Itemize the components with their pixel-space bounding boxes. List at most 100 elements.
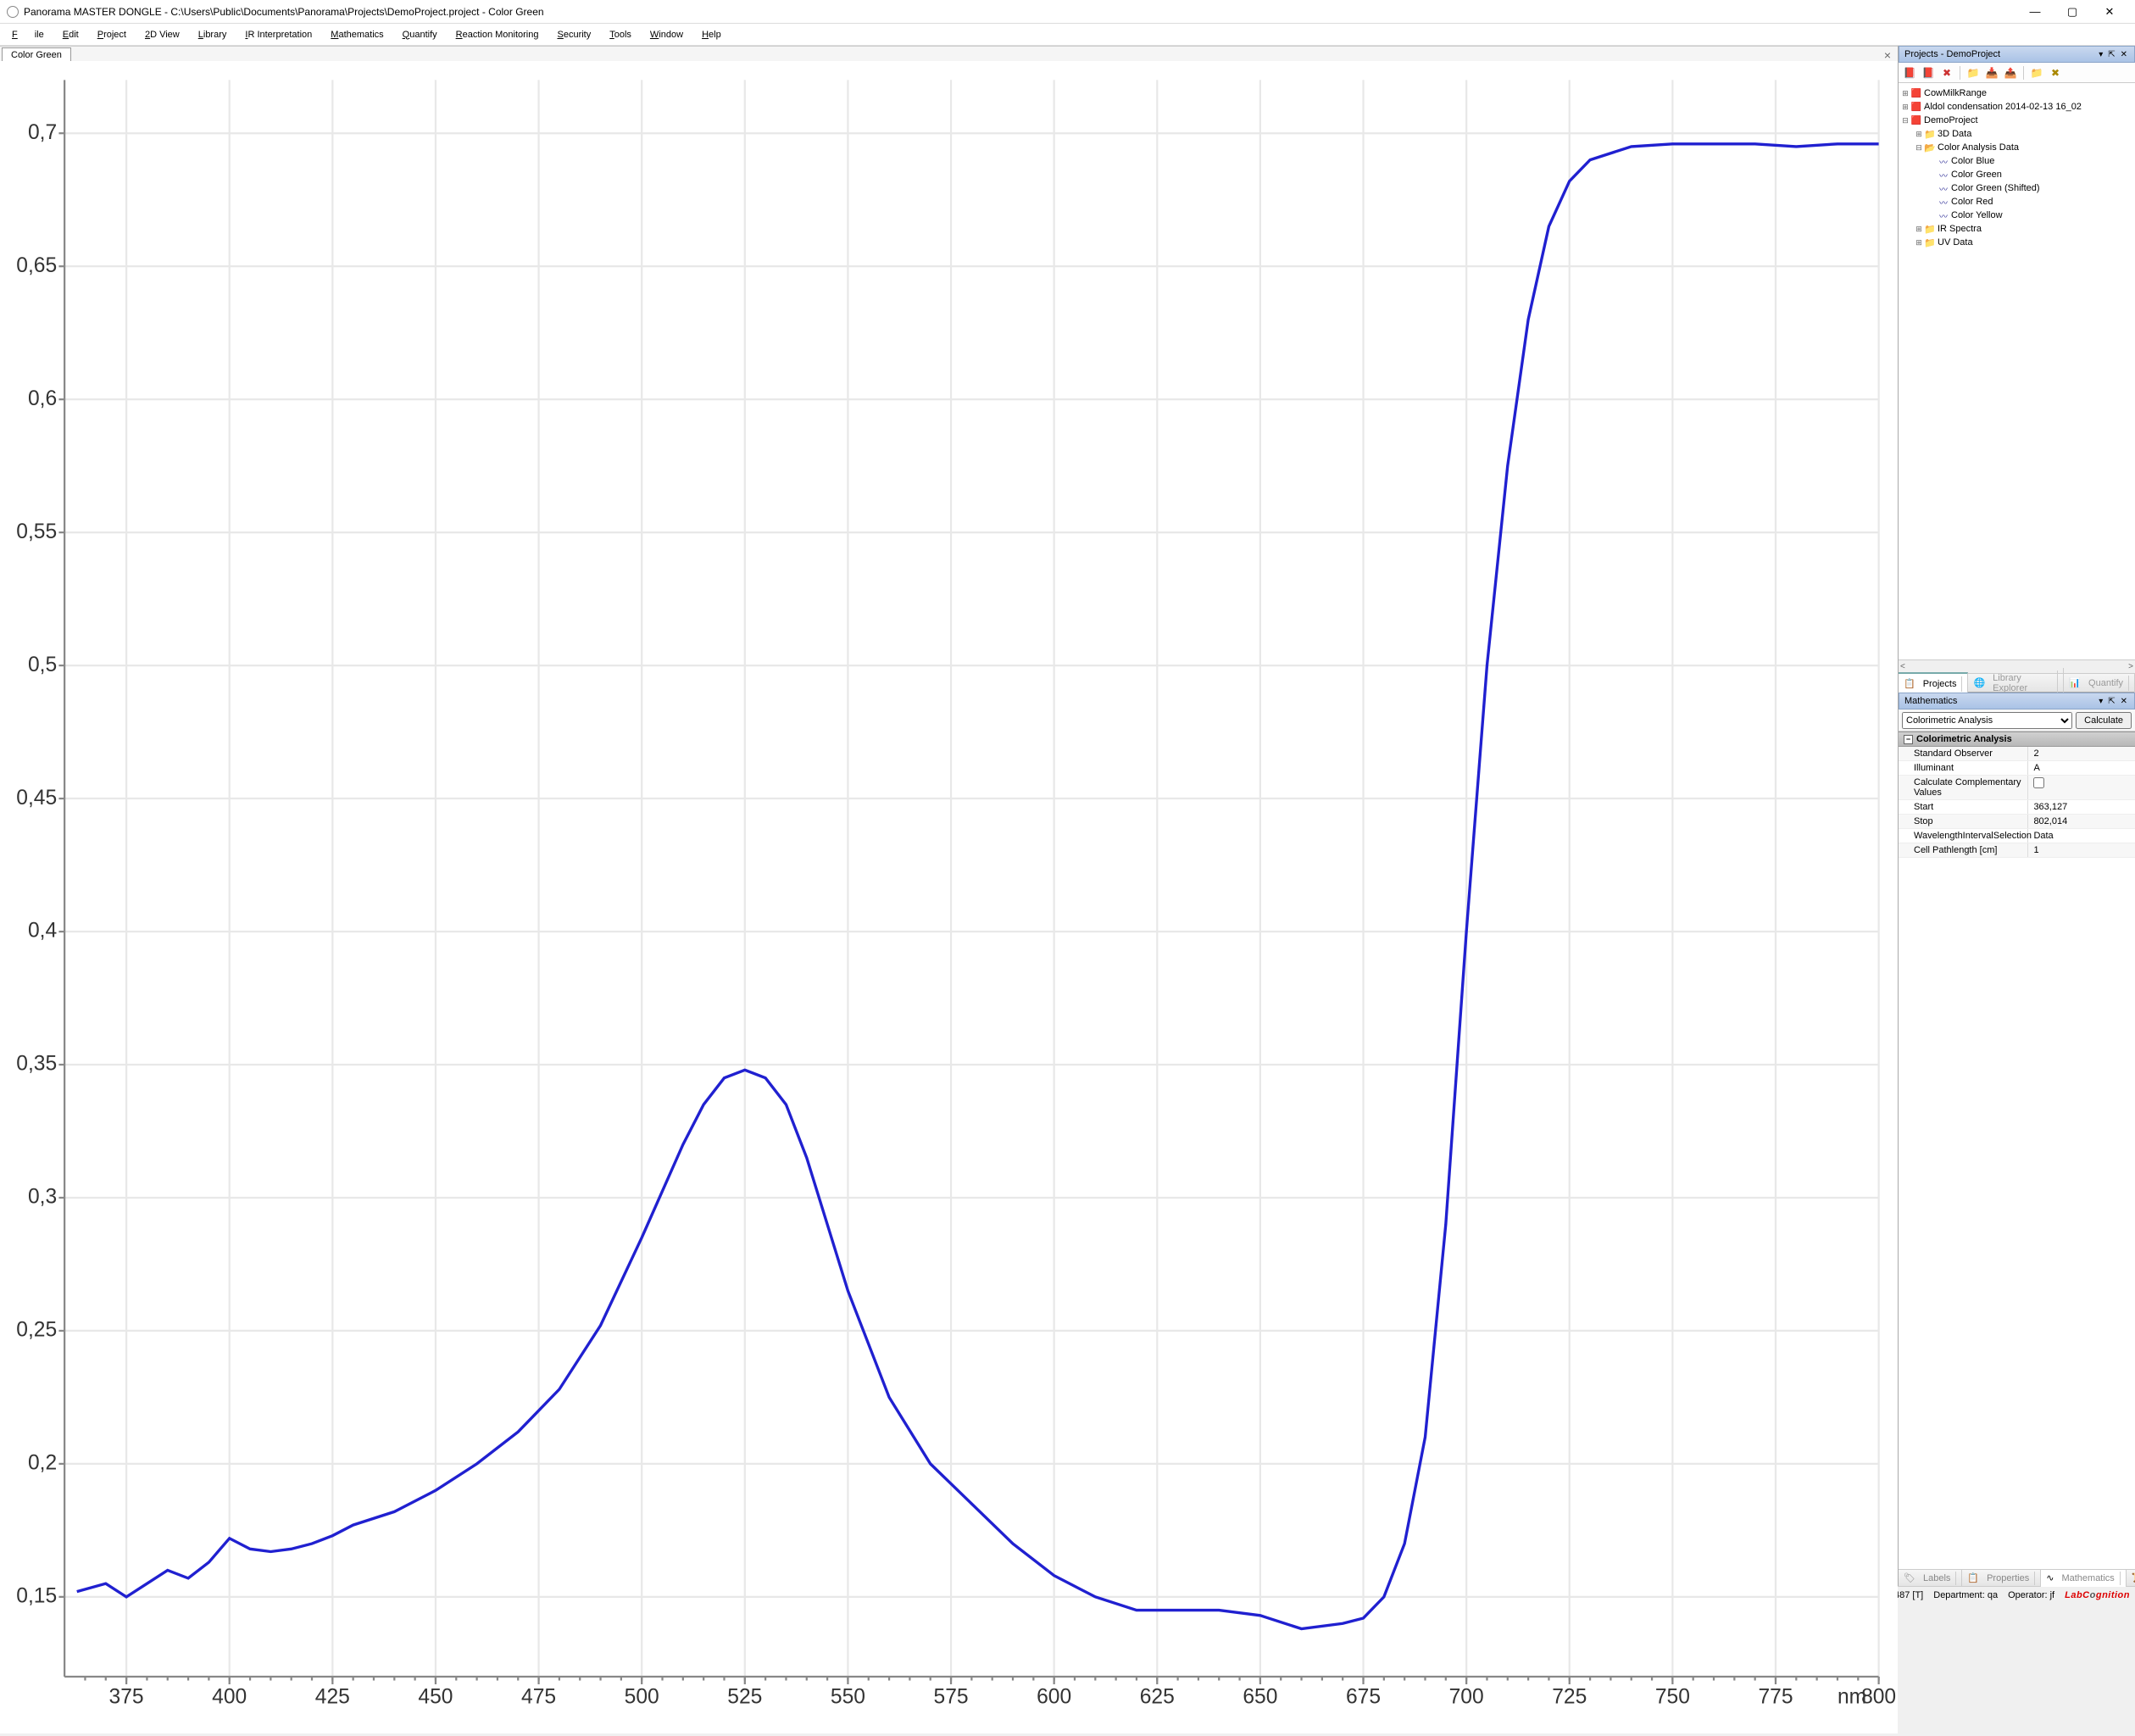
- tree-item-3ddata[interactable]: 3D Data: [1938, 129, 1971, 139]
- toolbar-import-icon[interactable]: 📥: [1984, 65, 1999, 81]
- tree-item-colorgreen[interactable]: Color Green: [1951, 170, 2002, 180]
- tree-item-colorgreen-shifted[interactable]: Color Green (Shifted): [1951, 183, 2040, 193]
- tree-item-colorred[interactable]: Color Red: [1951, 197, 1993, 207]
- toolbar-save-project-icon[interactable]: 📕: [1921, 65, 1936, 81]
- tree-item-cowmilk[interactable]: CowMilkRange: [1924, 88, 1987, 98]
- prop-complementary-key: Calculate Complementary Values: [1899, 776, 2028, 799]
- menu-project[interactable]: Project: [89, 26, 135, 43]
- menu-library[interactable]: Library: [190, 26, 236, 43]
- tree-item-demoproject[interactable]: DemoProject: [1924, 115, 1978, 125]
- tree-toggle[interactable]: ⊟: [1914, 143, 1924, 153]
- prop-section-header[interactable]: −Colorimetric Analysis: [1899, 732, 2135, 747]
- math-panel-title: Mathematics: [1904, 696, 1957, 706]
- svg-text:0,15: 0,15: [16, 1585, 57, 1608]
- projects-panel-tabs: 📋 Projects 🌐 Library Explorer 📊 Quantify: [1899, 673, 2135, 692]
- tree-toggle[interactable]: ⊞: [1914, 238, 1924, 248]
- tree-item-irspectra[interactable]: IR Spectra: [1938, 224, 1982, 234]
- project-icon: [1910, 102, 1922, 112]
- tree-item-uvdata[interactable]: UV Data: [1938, 237, 1973, 248]
- menu-security[interactable]: Security: [548, 26, 599, 43]
- menu-window[interactable]: Window: [642, 26, 692, 43]
- project-icon: [1910, 115, 1922, 125]
- spectrum-icon: [1938, 209, 1949, 222]
- prop-complementary-checkbox[interactable]: [2033, 777, 2044, 788]
- folder-open-icon: [1924, 142, 1936, 153]
- tab-properties[interactable]: 📋 Properties: [1962, 1570, 2041, 1587]
- prop-start-val[interactable]: 363,127: [2028, 800, 2135, 814]
- close-button[interactable]: ✕: [2091, 0, 2128, 24]
- tree-item-aldol[interactable]: Aldol condensation 2014-02-13 16_02: [1924, 102, 2082, 112]
- prop-wavelength-val[interactable]: Data: [2028, 829, 2135, 843]
- prop-cellpath-val[interactable]: 1: [2028, 843, 2135, 857]
- projects-panel-title: Projects - DemoProject: [1904, 49, 2000, 59]
- tree-toggle[interactable]: ⊞: [1914, 225, 1924, 234]
- menu-2dview[interactable]: 2D View: [136, 26, 188, 43]
- toolbar-add-folder-icon[interactable]: 📁: [1965, 65, 1981, 81]
- menu-reaction[interactable]: Reaction Monitoring: [448, 26, 548, 43]
- panel-pin-icon[interactable]: ⇱: [2106, 50, 2116, 59]
- svg-text:0,55: 0,55: [16, 520, 57, 543]
- minimize-button[interactable]: —: [2016, 0, 2054, 24]
- tree-toggle[interactable]: ⊞: [1900, 103, 1910, 112]
- menu-quantify[interactable]: Quantify: [394, 26, 446, 43]
- maximize-button[interactable]: ▢: [2054, 0, 2091, 24]
- math-panel-header: Mathematics ▾ ⇱ ✕: [1899, 693, 2135, 709]
- svg-text:0,5: 0,5: [28, 654, 57, 676]
- svg-text:0,45: 0,45: [16, 787, 57, 810]
- tree-toggle[interactable]: ⊞: [1900, 89, 1910, 98]
- tab-projects[interactable]: 📋 Projects: [1899, 672, 1968, 694]
- svg-text:550: 550: [831, 1685, 865, 1708]
- toolbar-export-icon[interactable]: 📤: [2003, 65, 2018, 81]
- tree-item-coloranalysis[interactable]: Color Analysis Data: [1938, 142, 2019, 153]
- plot-tab-close[interactable]: ×: [1881, 48, 1894, 62]
- property-grid: −Colorimetric Analysis Standard Observer…: [1899, 732, 2135, 1569]
- plot-tab-active[interactable]: Color Green: [2, 47, 71, 62]
- math-method-select[interactable]: Colorimetric Analysis: [1902, 712, 2072, 729]
- prop-observer-val[interactable]: 2: [2028, 747, 2135, 760]
- toolbar-folder-icon[interactable]: 📁: [2029, 65, 2044, 81]
- tab-labels[interactable]: 🏷 Labels: [1899, 1570, 1962, 1587]
- project-icon: [1910, 88, 1922, 98]
- panel-pin-icon[interactable]: ⇱: [2106, 697, 2116, 706]
- panel-dropdown-icon[interactable]: ▾: [2097, 697, 2104, 706]
- toolbar-remove-icon[interactable]: ✖: [2048, 65, 2063, 81]
- brand-logo: LabCognition: [2065, 1590, 2130, 1600]
- spectrum-plot[interactable]: 0,150,20,250,30,350,40,450,50,550,60,650…: [0, 61, 1898, 1733]
- menu-ir[interactable]: IR Interpretation: [236, 26, 320, 43]
- panel-dropdown-icon[interactable]: ▾: [2097, 50, 2104, 59]
- svg-text:0,25: 0,25: [16, 1319, 57, 1342]
- menu-file[interactable]: File: [3, 26, 53, 43]
- toolbar-close-project-icon[interactable]: ✖: [1939, 65, 1954, 81]
- tree-item-coloryellow[interactable]: Color Yellow: [1951, 210, 2003, 220]
- tab-audit-trail[interactable]: 📜 Audit Trail: [2127, 1565, 2135, 1592]
- prop-cellpath-key: Cell Pathlength [cm]: [1899, 843, 2028, 857]
- status-operator: Operator: jf: [2008, 1590, 2054, 1600]
- panel-close-icon[interactable]: ✕: [2119, 697, 2129, 706]
- svg-text:625: 625: [1140, 1685, 1175, 1708]
- menu-mathematics[interactable]: Mathematics: [322, 26, 392, 43]
- menu-tools[interactable]: Tools: [601, 26, 640, 43]
- calculate-button[interactable]: Calculate: [2076, 712, 2132, 729]
- menu-help[interactable]: Help: [693, 26, 730, 43]
- tree-toggle[interactable]: ⊞: [1914, 130, 1924, 139]
- window-title: Panorama MASTER DONGLE - C:\Users\Public…: [24, 6, 2016, 18]
- svg-text:375: 375: [109, 1685, 144, 1708]
- svg-text:0,2: 0,2: [28, 1452, 57, 1475]
- toolbar-open-project-icon[interactable]: 📕: [1902, 65, 1917, 81]
- folder-icon: [1924, 237, 1936, 248]
- tab-quantify[interactable]: 📊 Quantify: [2064, 673, 2135, 693]
- prop-stop-val[interactable]: 802,014: [2028, 815, 2135, 828]
- tab-mathematics[interactable]: ∿ Mathematics: [2041, 1570, 2127, 1587]
- tree-toggle[interactable]: ⊟: [1900, 116, 1910, 125]
- prop-complementary-val[interactable]: [2028, 776, 2135, 799]
- prop-illuminant-val[interactable]: A: [2028, 761, 2135, 775]
- svg-text:0,7: 0,7: [28, 121, 57, 144]
- menu-edit[interactable]: Edit: [54, 26, 87, 43]
- math-panel-tabs: 🏷 Labels 📋 Properties ∿ Mathematics 📜 Au…: [1899, 1569, 2135, 1586]
- spectrum-icon: [1938, 182, 1949, 195]
- svg-text:525: 525: [727, 1685, 762, 1708]
- folder-icon: [1924, 129, 1936, 140]
- panel-close-icon[interactable]: ✕: [2119, 50, 2129, 59]
- tree-item-colorblue[interactable]: Color Blue: [1951, 156, 1994, 166]
- menubar: File Edit Project 2D View Library IR Int…: [0, 24, 2135, 46]
